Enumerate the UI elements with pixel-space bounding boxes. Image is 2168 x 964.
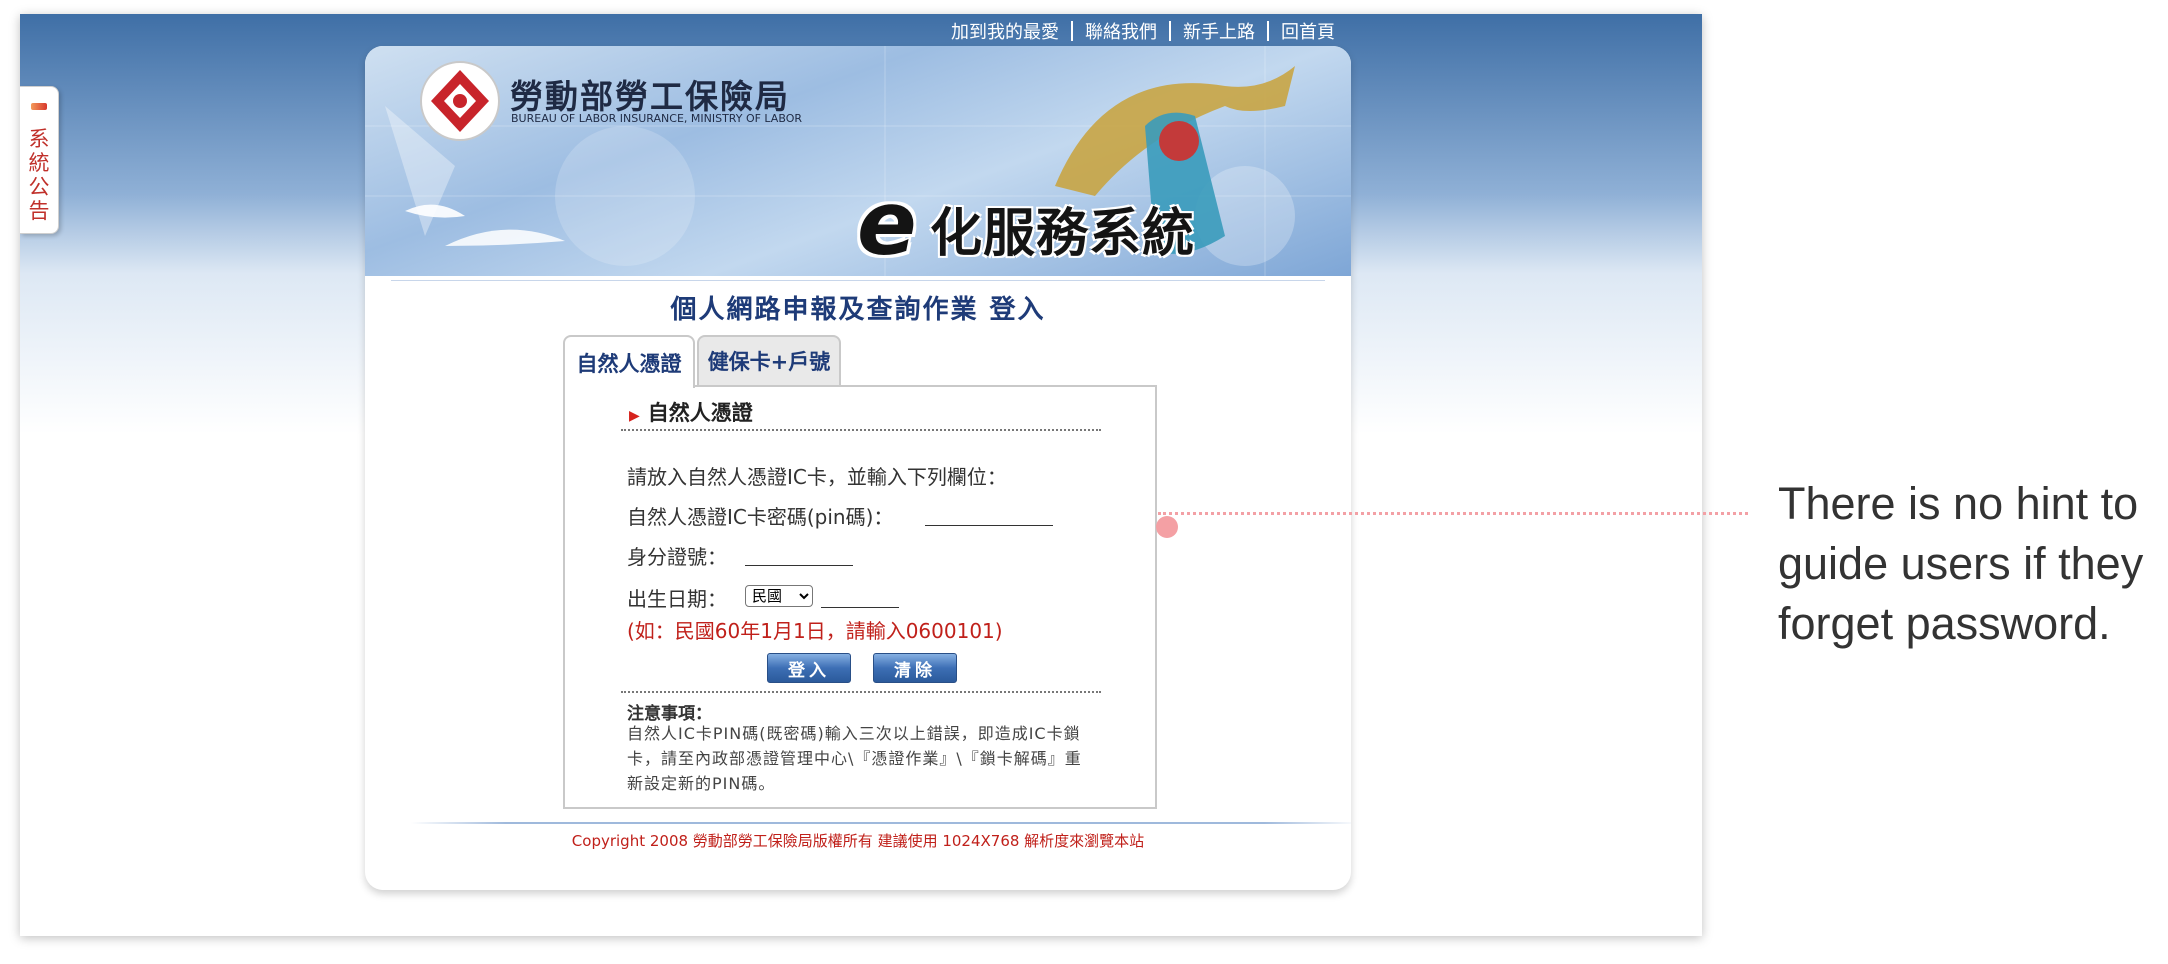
org-name-english: BUREAU OF LABOR INSURANCE, MINISTRY OF L… (511, 112, 802, 125)
nav-beginner-guide[interactable]: 新手上路 (1171, 18, 1267, 44)
copyright-text: Copyright 2008 勞動部勞工保險局版權所有 建議使用 1024X76… (571, 832, 1145, 850)
birth-date-input[interactable] (821, 585, 899, 608)
page-title: 個人網路申報及查詢作業 登入 (670, 295, 1046, 325)
divider (391, 280, 1325, 281)
nav-contact-us[interactable]: 聯絡我們 (1073, 18, 1169, 44)
notes-body: 自然人IC卡PIN碼(既密碼)輸入三次以上錯誤，即造成IC卡鎖卡，請至內政部憑證… (627, 724, 1082, 793)
bli-logo-emblem (420, 61, 500, 141)
dotted-divider (621, 691, 1101, 693)
birth-date-label: 出生日期： (627, 587, 727, 611)
nav-add-favorite[interactable]: 加到我的最愛 (939, 18, 1071, 44)
tab-citizen-certificate[interactable]: 自然人憑證 (563, 335, 695, 388)
tab-health-card[interactable]: 健保卡+戶號 (697, 335, 841, 385)
nav-home[interactable]: 回首頁 (1269, 18, 1347, 44)
pin-label: 自然人憑證IC卡密碼(pin碼)： (627, 505, 894, 529)
system-notice-label: 系統公告 (28, 127, 50, 223)
annotation-text: There is no hint to guide users if they … (1778, 478, 2144, 649)
footer-divider (411, 822, 1351, 824)
login-form-panel: ▶ 自然人憑證 請放入自然人憑證IC卡，並輸入下列欄位： 自然人憑證IC卡密碼(p… (563, 385, 1157, 809)
clear-button[interactable]: 清除 (873, 653, 957, 683)
browser-screenshot: 加到我的最愛 聯絡我們 新手上路 回首頁 系統公告 勞動部勞工保險局 BUREA… (20, 14, 1702, 936)
top-navigation: 加到我的最愛 聯絡我們 新手上路 回首頁 (939, 18, 1347, 44)
era-select[interactable]: 民國 (745, 585, 813, 607)
header-banner: 勞動部勞工保險局 BUREAU OF LABOR INSURANCE, MINI… (365, 46, 1351, 276)
login-card: 勞動部勞工保險局 BUREAU OF LABOR INSURANCE, MINI… (365, 46, 1351, 890)
section-title: ▶ 自然人憑證 (629, 397, 753, 427)
section-title-text: 自然人憑證 (647, 401, 753, 425)
system-title-e: e (857, 172, 917, 275)
annotation-marker (1156, 516, 1178, 538)
login-button[interactable]: 登入 (767, 653, 851, 683)
birth-date-example: (如：民國60年1月1日，請輸入0600101) (627, 619, 1003, 643)
annotation-connector (1158, 512, 1748, 515)
instruction-text: 請放入自然人憑證IC卡，並輸入下列欄位： (627, 465, 1007, 489)
id-number-input[interactable] (745, 543, 853, 566)
system-title: 化服務系統 (930, 204, 1196, 264)
pin-input[interactable] (925, 503, 1053, 526)
system-notice-tab[interactable]: 系統公告 (20, 86, 59, 234)
dotted-divider (621, 429, 1101, 431)
triangle-bullet-icon: ▶ (629, 408, 640, 424)
id-number-label: 身分證號： (627, 545, 727, 569)
org-name-chinese: 勞動部勞工保險局 (510, 77, 790, 116)
notice-icon (31, 103, 47, 110)
